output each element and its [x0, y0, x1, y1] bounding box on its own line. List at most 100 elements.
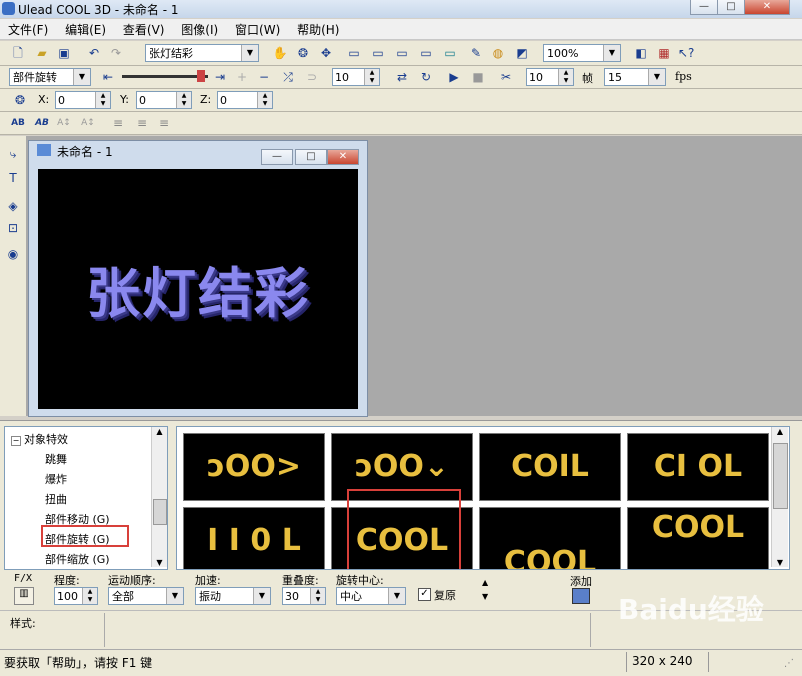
view-top-icon[interactable]: ▭ — [370, 45, 386, 61]
insert-geometry-icon[interactable]: ◉ — [5, 246, 21, 262]
thumbnail[interactable]: ↄOO> — [183, 433, 325, 501]
tree-item[interactable]: 扭曲 — [45, 491, 67, 507]
edit-object-icon[interactable]: ⊡ — [5, 220, 21, 236]
center-combo[interactable]: 中心 ▼ — [336, 587, 406, 605]
frame-rate-icon[interactable]: ✂ — [498, 69, 514, 85]
resize-grip-icon[interactable]: ⋰ — [784, 658, 794, 669]
minimize-button[interactable]: — — [690, 0, 718, 15]
align-center-icon[interactable]: ≡ — [134, 115, 150, 131]
close-button[interactable]: ✕ — [744, 0, 790, 15]
insert-graphic-icon[interactable]: ⤷ — [5, 146, 21, 162]
light-tool-icon[interactable]: ✎ — [468, 45, 484, 61]
undo-icon[interactable]: ↶ — [86, 45, 102, 61]
effect-combo[interactable]: 部件旋转 ▼ — [9, 68, 91, 86]
scroll-up-icon[interactable]: ▲ — [772, 427, 788, 436]
tree-item[interactable]: 部件缩放 (G) — [45, 551, 110, 567]
maximize-button[interactable]: □ — [717, 0, 745, 15]
menu-view[interactable]: 查看(V) — [115, 19, 170, 38]
object-combo[interactable]: 张灯结彩 ▼ — [145, 44, 259, 62]
scroll-up-icon[interactable]: ▲ — [152, 427, 167, 436]
rotate-tool-icon[interactable]: ❂ — [295, 45, 311, 61]
remove-keyframe-icon[interactable]: − — [256, 69, 272, 85]
reverse-keyframe-icon[interactable]: ⤮ — [280, 69, 296, 85]
thumbnail-scrollbar[interactable]: ▲ ▼ — [771, 427, 788, 567]
save-icon[interactable]: ▣ — [56, 45, 72, 61]
last-keyframe-icon[interactable]: ⇥ — [212, 69, 228, 85]
doc-minimize-button[interactable]: — — [261, 149, 293, 165]
menu-window[interactable]: 窗口(W) — [227, 19, 285, 38]
reset-label: 复原 — [434, 589, 456, 602]
doc-maximize-button[interactable]: □ — [295, 149, 327, 165]
scroll-thumb[interactable] — [153, 499, 167, 525]
thumbnail[interactable]: I I 0 L — [183, 507, 325, 569]
timeline-slider-track[interactable] — [122, 75, 208, 78]
collapse-icon[interactable]: − — [11, 436, 21, 446]
order-combo[interactable]: 全部 ▼ — [108, 587, 184, 605]
add-keyframe-icon[interactable]: + — [234, 69, 250, 85]
char-spacing-icon[interactable]: A↕ — [56, 115, 72, 131]
play-icon[interactable]: ▶ — [446, 69, 462, 85]
first-keyframe-icon[interactable]: ⇤ — [100, 69, 116, 85]
menu-help[interactable]: 帮助(H) — [289, 19, 344, 38]
render-canvas[interactable]: 张灯结彩 — [38, 169, 358, 409]
hand-tool-icon[interactable]: ✋ — [272, 45, 288, 61]
fps-combo[interactable]: 15 ▼ — [604, 68, 666, 86]
menu-file[interactable]: 文件(F) — [0, 19, 53, 38]
scroll-down-icon[interactable]: ▼ — [152, 558, 167, 567]
tree-item[interactable]: 跳舞 — [45, 451, 67, 467]
accel-combo[interactable]: 振动 ▼ — [195, 587, 271, 605]
doc-close-button[interactable]: ✕ — [327, 149, 359, 165]
scroll-thumb[interactable] — [773, 443, 788, 509]
redo-icon[interactable]: ↷ — [108, 45, 124, 61]
globe-icon[interactable]: ◍ — [490, 45, 506, 61]
keyframe-prev-icon[interactable]: ⊃ — [304, 69, 320, 85]
reset-checkbox[interactable]: ✓ — [418, 588, 431, 601]
document-icon — [37, 144, 51, 156]
view-bottom-icon[interactable]: ▭ — [442, 45, 458, 61]
insert-shape-icon[interactable]: ◈ — [5, 198, 21, 214]
text-bold-icon[interactable]: AB — [10, 115, 26, 131]
degree-input[interactable]: 100 ▲ ▼ — [54, 587, 98, 605]
menu-image[interactable]: 图像(I) — [173, 19, 223, 38]
new-file-icon[interactable]: 🗋 — [10, 45, 26, 61]
add-to-palette-icon[interactable] — [572, 588, 590, 604]
thumbnail[interactable]: COIL — [479, 433, 621, 501]
tree-scrollbar[interactable]: ▲ ▼ — [151, 427, 167, 567]
text-italic-icon[interactable]: AB — [34, 115, 50, 131]
rewind-icon[interactable]: ↻ — [418, 69, 434, 85]
y-input[interactable]: 0 ▲ ▼ — [136, 91, 192, 109]
position-tool-icon[interactable]: ❂ — [12, 92, 28, 108]
zoom-combo[interactable]: 100% ▼ — [543, 44, 621, 62]
stop-icon[interactable]: ■ — [470, 69, 486, 85]
menu-edit[interactable]: 编辑(E) — [57, 19, 111, 38]
tree-item[interactable]: 爆炸 — [45, 471, 67, 487]
view-front-icon[interactable]: ▭ — [346, 45, 362, 61]
z-input[interactable]: 0 ▲ ▼ — [217, 91, 273, 109]
size-tool-icon[interactable]: ✥ — [318, 45, 334, 61]
frames-input[interactable]: 10 ▲ ▼ — [526, 68, 574, 86]
frame-number-input[interactable]: 10 ▲ ▼ — [332, 68, 380, 86]
thumbnail[interactable]: CI OL — [627, 433, 769, 501]
align-right-icon[interactable]: ≡ — [156, 115, 172, 131]
view-side-icon[interactable]: ▭ — [394, 45, 410, 61]
context-help-icon[interactable]: ↖? — [678, 45, 694, 61]
thumbnail[interactable]: COOL — [479, 507, 621, 569]
tree-root[interactable]: − 对象特效 — [11, 431, 68, 447]
x-input[interactable]: 0 ▲ ▼ — [55, 91, 111, 109]
object-manager-icon[interactable]: ◧ — [633, 45, 649, 61]
overlap-input[interactable]: 30 ▲ ▼ — [282, 587, 326, 605]
add-label: 添加 — [570, 575, 592, 588]
fx-toggle-icon[interactable]: ▥ — [14, 587, 34, 605]
insert-text-icon[interactable]: T — [5, 170, 21, 186]
scroll-arrows-icon[interactable]: ▲ ▼ — [482, 576, 488, 604]
loop-icon[interactable]: ⇄ — [394, 69, 410, 85]
thumbnail[interactable]: COOL — [627, 507, 769, 569]
easypalette-icon[interactable]: ▦ — [656, 45, 672, 61]
timeline-slider-thumb[interactable] — [197, 70, 205, 82]
line-spacing-icon[interactable]: A↕ — [80, 115, 96, 131]
scroll-down-icon[interactable]: ▼ — [772, 558, 788, 567]
align-left-icon[interactable]: ≡ — [110, 115, 126, 131]
view-back-icon[interactable]: ▭ — [418, 45, 434, 61]
chart-icon[interactable]: ◩ — [514, 45, 530, 61]
open-file-icon[interactable]: ▰ — [34, 45, 50, 61]
